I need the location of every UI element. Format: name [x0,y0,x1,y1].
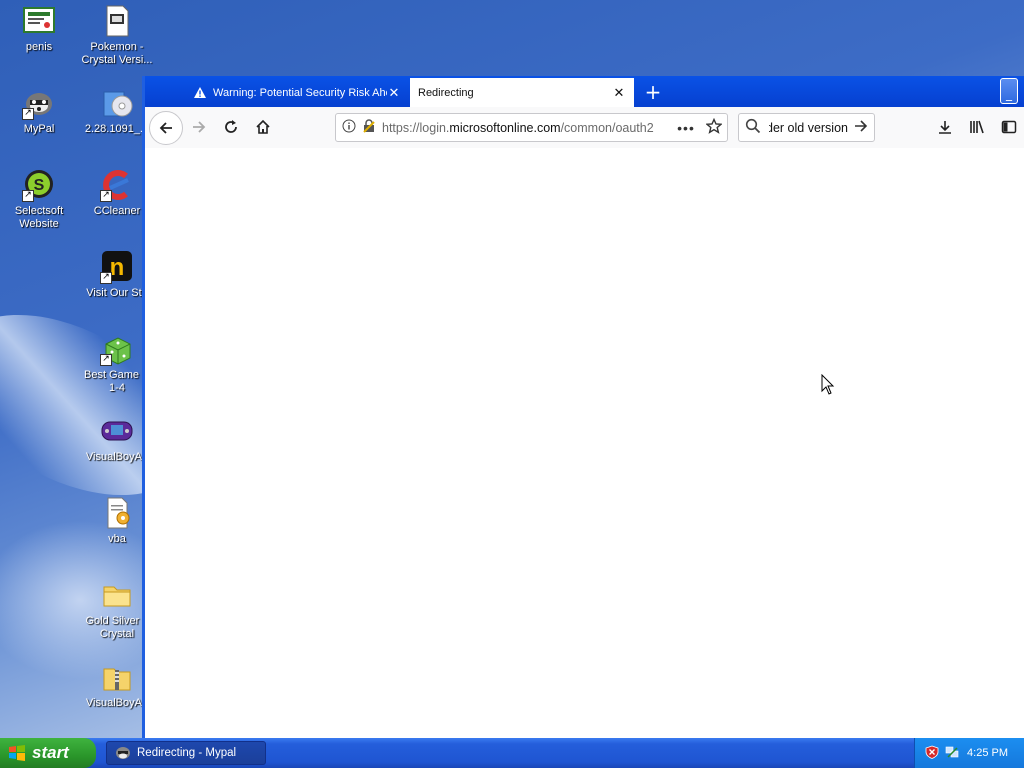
page-content[interactable] [145,148,1024,738]
page-actions-icon[interactable]: ••• [671,120,701,136]
search-bar[interactable]: Pokemon crystal older old version [738,113,875,142]
close-tab-icon[interactable]: ✕ [387,85,401,101]
back-button[interactable] [149,111,183,145]
home-icon [256,119,270,134]
document-icon [100,4,134,38]
raccoon-icon: ↗ [22,86,56,120]
shortcut-arrow-icon: ↗ [22,108,34,120]
zip-folder-icon [100,660,134,694]
desktop-icon-mypal[interactable]: ↗ MyPal [0,86,78,136]
shortcut-arrow-icon: ↗ [100,354,112,366]
folder-icon [100,578,134,612]
shortcut-arrow-icon: ↗ [22,190,34,202]
arrow-right-icon [193,121,206,133]
forward-button[interactable] [185,113,213,141]
tab-title: Warning: Potential Security Risk Ahead [213,86,387,99]
info-icon[interactable] [342,119,362,136]
desktop-icon-pokemon[interactable]: Pokemon - Crystal Versi... [78,4,156,67]
tab-bar: Warning: Potential Security Risk Ahead ✕… [145,76,1024,107]
desktop-icon-penis[interactable]: penis [0,4,78,54]
clock[interactable]: 4:25 PM [967,747,1008,759]
url-text: https://login.microsoftonline.com/common… [382,121,671,135]
gameboy-icon [100,414,134,448]
tab-redirecting[interactable]: Redirecting ✕ [410,78,634,107]
browser-window: Warning: Potential Security Risk Ahead ✕… [142,76,1024,738]
dice-icon: ↗ [100,332,134,366]
installer-cd-icon [100,86,134,120]
desktop-icon-label: Pokemon - Crystal Versi... [81,41,153,66]
bookmark-star-icon[interactable] [701,117,727,137]
search-input[interactable]: Pokemon crystal older old version [769,121,848,135]
taskbar-item-mypal[interactable]: Redirecting - Mypal [106,741,266,765]
home-button[interactable] [249,113,277,141]
sidebar-button[interactable] [995,113,1023,141]
tab-security-warning[interactable]: Warning: Potential Security Risk Ahead ✕ [185,78,409,107]
windows-flag-icon [9,745,25,761]
library-button[interactable] [963,113,991,141]
system-tray: 4:25 PM [914,738,1024,768]
desktop-icon-label: penis [25,41,53,53]
url-suffix: /common/oauth2 [560,120,654,135]
desktop-icon-label: Selectsoft Website [14,205,64,230]
arrow-left-icon [159,122,172,134]
search-go-icon[interactable] [848,118,874,137]
start-label: start [32,743,69,762]
reload-icon [225,120,237,133]
tab-title: Redirecting [418,86,474,99]
warning-icon [193,86,207,99]
downloads-button[interactable] [931,113,959,141]
raccoon-icon [116,747,130,759]
close-tab-icon[interactable]: ✕ [612,85,626,101]
url-prefix: https://login. [382,120,450,135]
minimize-button[interactable]: _ [1000,78,1018,104]
shortcut-arrow-icon: ↗ [100,190,112,202]
taskbar: start Redirecting - Mypal 4:25 PM [0,738,1024,768]
mouse-cursor-icon [821,373,835,399]
start-button[interactable]: start [0,738,96,768]
store-icon: n ↗ [100,250,134,284]
search-icon [745,118,769,137]
shortcut-arrow-icon: ↗ [100,272,112,284]
library-icon [970,120,984,134]
nav-toolbar: https://login.microsoftonline.com/common… [145,107,1024,149]
desktop-icon-selectsoft[interactable]: S ↗ Selectsoft Website [0,168,78,231]
reload-button[interactable] [217,113,245,141]
certificate-icon [22,4,56,38]
ccleaner-icon: ↗ [100,168,134,202]
selectsoft-icon: S ↗ [22,168,56,202]
taskbar-item-label: Redirecting - Mypal [137,747,237,759]
download-icon [939,121,951,134]
url-bar[interactable]: https://login.microsoftonline.com/common… [335,113,728,142]
svg-text:S: S [34,177,45,194]
url-domain: microsoftonline.com [449,120,561,135]
new-tab-button[interactable]: + [641,80,665,104]
sidebar-icon [1001,120,1017,134]
config-file-icon [100,496,134,530]
security-shield-icon[interactable] [925,745,939,762]
desktop-icon-label: MyPal [23,123,55,135]
insecure-lock-icon[interactable] [362,119,382,136]
network-icon[interactable] [945,745,959,762]
